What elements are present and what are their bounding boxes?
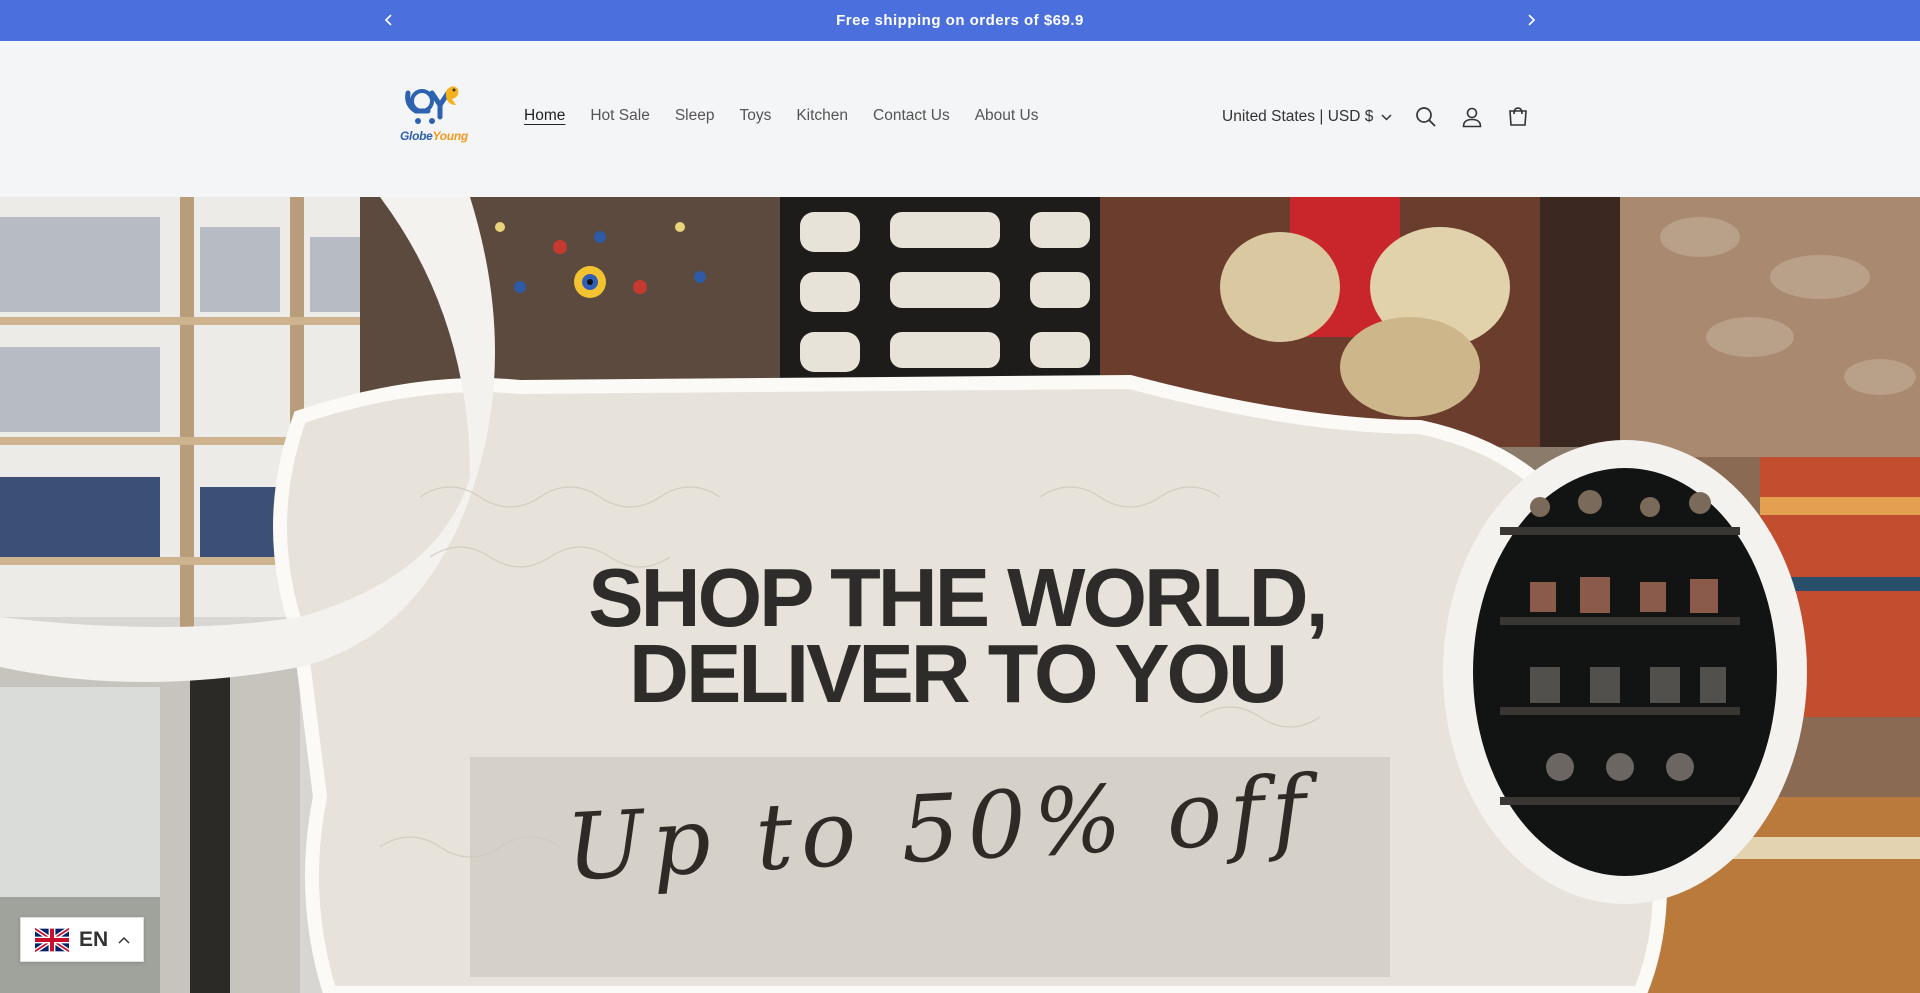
logo[interactable]: GlobeYoung [396, 83, 468, 149]
cart-icon[interactable] [1504, 103, 1532, 131]
main-nav: Home Hot Sale Sleep Toys Kitchen Contact… [512, 107, 1051, 125]
localization-label: United States | USD $ [1222, 108, 1374, 125]
hero-heading-line-2: DELIVER TO YOU [629, 627, 1288, 720]
nav-about-us[interactable]: About Us [962, 107, 1051, 125]
hero-heading-line-1: SHOP THE WORLD, [588, 551, 1328, 644]
hero-banner: SHOP THE WORLD, DELIVER TO YOU Up to 50%… [0, 197, 1920, 993]
nav-toys[interactable]: Toys [727, 107, 784, 125]
nav-hot-sale[interactable]: Hot Sale [578, 107, 662, 125]
nav-sleep[interactable]: Sleep [662, 107, 727, 125]
chevron-up-icon [118, 936, 130, 944]
chevron-left-icon[interactable] [377, 8, 401, 32]
language-switcher[interactable]: EN [20, 917, 144, 962]
announcement-bar: Free shipping on orders of $69.9 [0, 0, 1920, 41]
site-header: GlobeYoung Home Hot Sale Sleep Toys Kitc… [0, 41, 1920, 197]
hero-heading: SHOP THE WORLD, DELIVER TO YOU [500, 551, 1414, 720]
chevron-right-icon[interactable] [1519, 8, 1543, 32]
logo-wordmark: GlobeYoung [400, 129, 468, 143]
chevron-down-icon [1381, 113, 1392, 121]
country-currency-selector[interactable]: United States | USD $ [1222, 108, 1392, 126]
announcement-text: Free shipping on orders of $69.9 [836, 12, 1084, 29]
nav-home[interactable]: Home [512, 107, 578, 125]
account-icon[interactable] [1458, 103, 1486, 131]
logo-mark-icon [405, 86, 459, 124]
uk-flag-icon [35, 927, 69, 952]
language-code: EN [79, 927, 109, 951]
nav-contact-us[interactable]: Contact Us [861, 107, 963, 125]
search-icon[interactable] [1412, 103, 1440, 131]
nav-kitchen[interactable]: Kitchen [784, 107, 861, 125]
